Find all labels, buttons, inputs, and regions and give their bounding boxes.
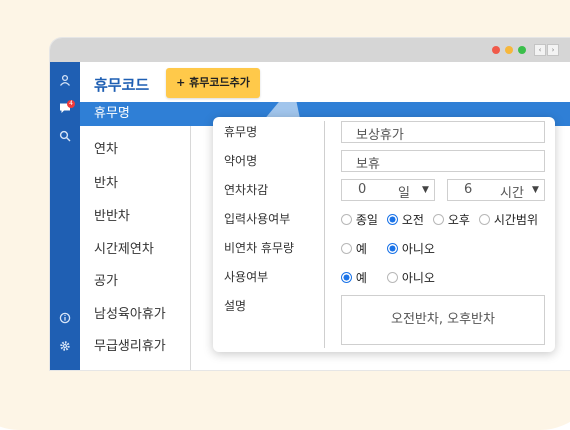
label-input-use: 입력사용여부 (224, 212, 291, 226)
name-field[interactable]: 보상휴가 (341, 121, 545, 143)
search-icon[interactable] (57, 130, 73, 146)
radio-use-yes[interactable]: 예 (341, 269, 367, 286)
deduct-days-value: 0 (358, 182, 367, 197)
back-icon[interactable]: ‹ (534, 44, 546, 56)
list-item[interactable]: 공가 (80, 270, 190, 289)
deduct-days-unit: 일 (398, 186, 410, 201)
list-item[interactable]: 반차 (80, 172, 190, 191)
deduct-hours-select[interactable]: 6 시간 ▼ (447, 179, 545, 201)
page-title: 휴무코드 (94, 76, 150, 94)
radio-selected-icon (341, 272, 352, 283)
code-list: 휴무명 연차 반차 반반차 시간제연차 공가 남성육아휴가 무급생리휴가 (80, 102, 190, 370)
radio-selected-icon (387, 214, 398, 225)
list-item[interactable]: 남성육아휴가 (80, 303, 190, 322)
list-header: 휴무명 (80, 102, 190, 126)
detail-panel: 휴무명 약어명 연차차감 입력사용여부 비연차 휴무량 사용여부 설명 보상휴가… (213, 117, 555, 352)
label-use: 사용여부 (224, 270, 269, 284)
list-item[interactable]: 반반차 (80, 205, 190, 224)
list-item[interactable]: 무급생리휴가 (80, 335, 190, 354)
radio-icon (433, 214, 444, 225)
radio-input-use-allday[interactable]: 종일 (341, 211, 378, 228)
description-field[interactable]: 오전반차, 오후반차 (341, 295, 545, 345)
radio-icon (341, 214, 352, 225)
minimize-dot[interactable] (505, 46, 513, 54)
radio-icon (479, 214, 490, 225)
settings-icon[interactable] (57, 340, 73, 356)
abbr-field[interactable]: 보휴 (341, 150, 545, 172)
list-item[interactable]: 연차 (80, 138, 190, 157)
list-item[interactable]: 시간제연차 (80, 238, 190, 257)
panel-divider (324, 121, 325, 348)
label-desc: 설명 (224, 299, 247, 313)
label-name: 휴무명 (224, 125, 258, 139)
label-non-annual: 비연차 휴무량 (224, 241, 295, 255)
label-deduct: 연차차감 (224, 183, 269, 197)
radio-icon (387, 272, 398, 283)
deduct-days-select[interactable]: 0 일 ▼ (341, 179, 435, 201)
list-divider (190, 126, 191, 370)
radio-input-use-range[interactable]: 시간범위 (479, 211, 538, 228)
deduct-hours-value: 6 (464, 182, 473, 197)
info-icon[interactable] (57, 312, 73, 328)
radio-selected-icon (387, 243, 398, 254)
radio-non-annual-no[interactable]: 아니오 (387, 240, 435, 257)
radio-non-annual-yes[interactable]: 예 (341, 240, 367, 257)
user-icon[interactable] (57, 74, 73, 90)
chevron-down-icon: ▼ (422, 185, 429, 195)
radio-use-no[interactable]: 아니오 (387, 269, 435, 286)
label-abbr: 약어명 (224, 154, 258, 168)
close-dot[interactable] (492, 46, 500, 54)
chevron-down-icon: ▼ (532, 185, 539, 195)
notification-badge: 4 (67, 100, 75, 108)
radio-input-use-pm[interactable]: 오후 (433, 211, 470, 228)
radio-icon (341, 243, 352, 254)
radio-input-use-am[interactable]: 오전 (387, 211, 424, 228)
forward-icon[interactable]: › (547, 44, 559, 56)
add-code-button[interactable]: + 휴무코드추가 (166, 68, 260, 98)
maximize-dot[interactable] (518, 46, 526, 54)
deduct-hours-unit: 시간 (500, 186, 524, 201)
sidebar: 4 (50, 62, 80, 370)
title-bar: ‹ › (50, 38, 570, 62)
